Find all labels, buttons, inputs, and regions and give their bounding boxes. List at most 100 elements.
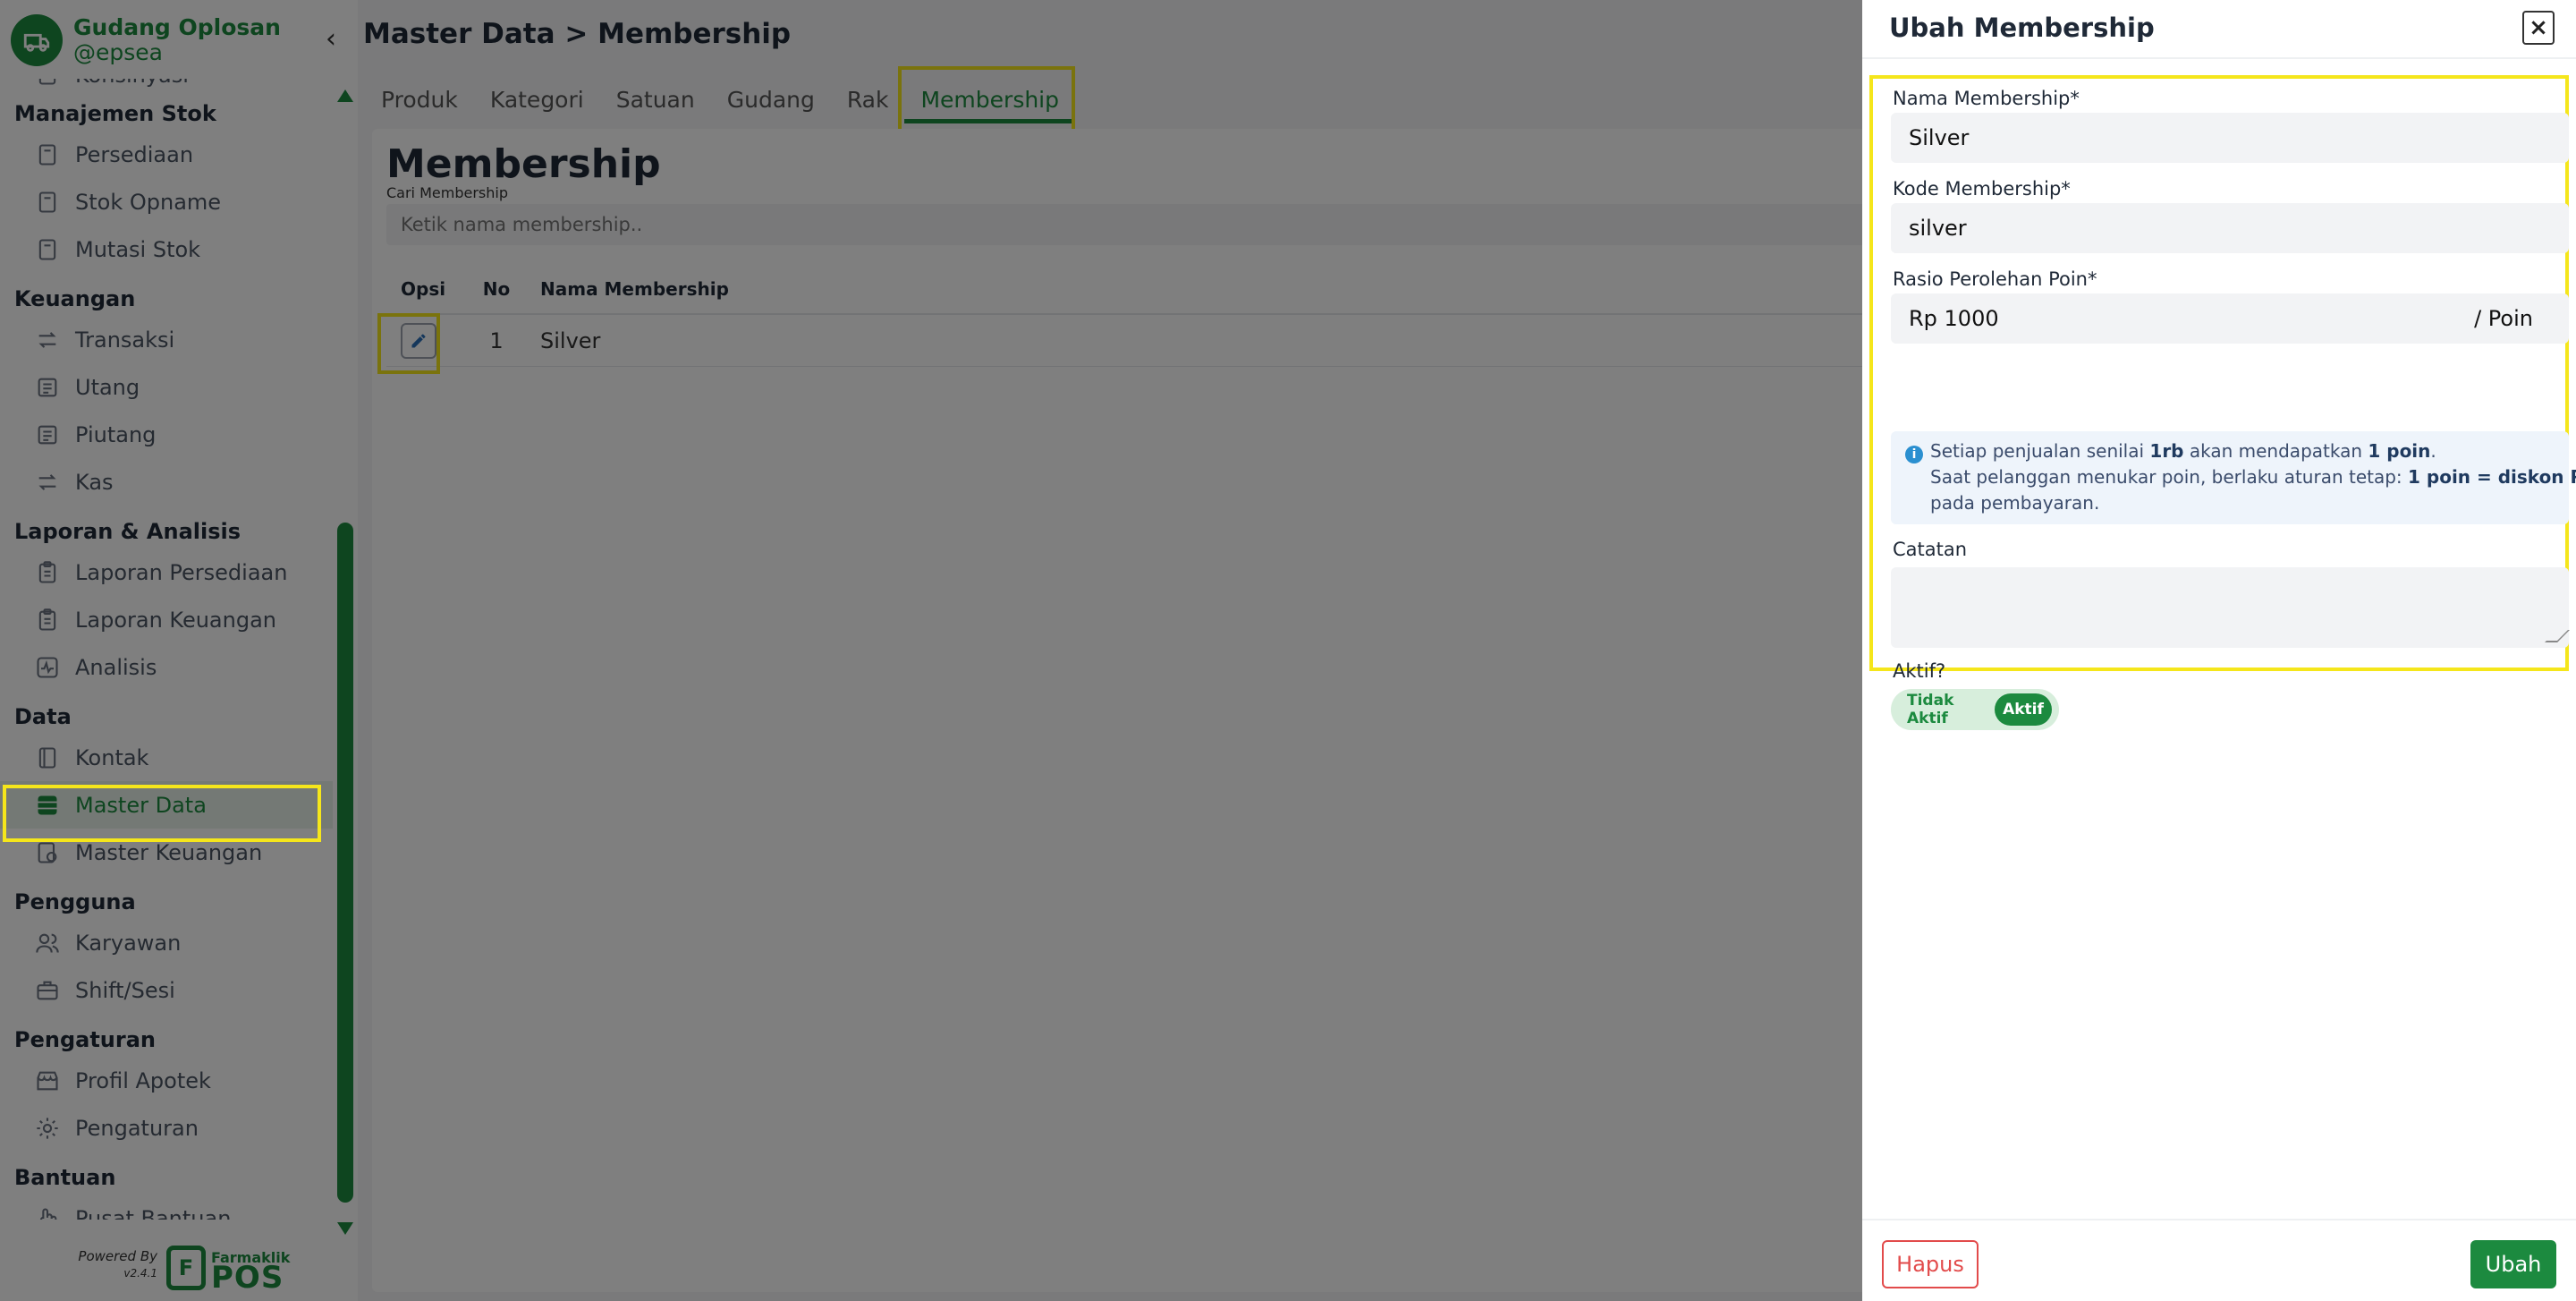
hand-icon <box>34 1205 61 1220</box>
box-icon <box>34 141 61 168</box>
info-line-3: pada pembayaran. <box>1930 492 2100 514</box>
sidebar-item-pengaturan[interactable]: Pengaturan <box>0 1104 333 1152</box>
sidebar-item-label: Persediaan <box>75 141 194 167</box>
users-icon <box>34 930 61 957</box>
collapse-sidebar-icon[interactable]: ‹ <box>326 23 336 55</box>
sidebar-scrollbar[interactable] <box>335 89 354 1235</box>
toggle-on-label[interactable]: Aktif <box>1995 693 2052 726</box>
box-icon <box>34 79 61 88</box>
sidebar-item-label: Pusat Bantuan <box>75 1205 232 1220</box>
brand: Gudang Oplosan @epsea <box>11 9 351 72</box>
sidebar-item-label: Stok Opname <box>75 189 222 215</box>
sidebar-item-profil-apotek[interactable]: Profil Apotek <box>0 1057 333 1104</box>
sidebar-item-label: Karyawan <box>75 930 182 956</box>
transfer-icon <box>34 327 61 353</box>
sidebar-item-kas[interactable]: Kas <box>0 458 333 506</box>
rasio-poin-label: Rasio Perolehan Poin* <box>1893 268 2097 290</box>
sidebar-item-label: Kas <box>75 469 114 495</box>
sidebar-item-label: Transaksi <box>75 327 175 353</box>
sidebar-item-label: Mutasi Stok <box>75 236 201 262</box>
wallet-icon <box>34 839 61 866</box>
gear-icon <box>34 1115 61 1142</box>
briefcase-icon <box>34 977 61 1004</box>
sidebar-item-persediaan[interactable]: Persediaan <box>0 131 333 178</box>
rasio-poin-field[interactable] <box>1891 293 2569 344</box>
info-box: i Setiap penjualan senilai 1rb akan mend… <box>1891 431 2576 524</box>
tab-rak[interactable]: Rak <box>831 77 905 123</box>
sidebar-item-kontak[interactable]: Kontak <box>0 734 333 781</box>
sidebar-item-pusat-bantuan[interactable]: Pusat Bantuan <box>0 1195 333 1220</box>
brand-name: Gudang Oplosan <box>73 14 281 40</box>
catatan-label: Catatan <box>1893 539 1968 560</box>
info-line-1: Setiap penjualan senilai 1rb akan mendap… <box>1930 440 2436 462</box>
info-line-2: Saat pelanggan menukar poin, berlaku atu… <box>1930 466 2576 488</box>
tab-satuan[interactable]: Satuan <box>600 77 711 123</box>
sidebar-nav: Konsinyasi Manajemen Stok Persediaan Stok O… <box>0 79 333 1220</box>
sidebar-item-stok-opname[interactable]: Stok Opname <box>0 178 333 225</box>
col-header-name: Nama Membership <box>540 278 729 300</box>
kode-membership-label: Kode Membership* <box>1893 178 2071 200</box>
sidebar-item-label: Laporan Persediaan <box>75 559 288 585</box>
page-title: Membership <box>386 141 661 187</box>
tab-kategori[interactable]: Kategori <box>474 77 600 123</box>
sidebar-item-transaksi[interactable]: Transaksi <box>0 316 333 363</box>
transfer-icon <box>34 469 61 496</box>
resize-grip-icon[interactable] <box>2545 630 2570 642</box>
breadcrumb: Master Data > Membership <box>363 18 792 50</box>
list-icon <box>34 374 61 401</box>
clipboard-icon <box>34 607 61 633</box>
farmaklik-logo-icon: F <box>166 1246 206 1290</box>
row-no: 1 <box>489 327 504 353</box>
sidebar-item-piutang[interactable]: Piutang <box>0 411 333 458</box>
sidebar-item-label: Master Data <box>75 792 207 818</box>
toggle-off-label[interactable]: Tidak Aktif <box>1891 692 1995 727</box>
sidebar-item-mutasi-stok[interactable]: Mutasi Stok <box>0 225 333 273</box>
sidebar-item-laporan-keuangan[interactable]: Laporan Keuangan <box>0 596 333 643</box>
sidebar-section-title: Laporan & Analisis <box>14 519 242 544</box>
membership-form-highlight: Nama Membership* Kode Membership* Rasio … <box>1869 75 2576 730</box>
sidebar-item-master-data[interactable]: Master Data <box>0 781 333 829</box>
powered-by: Powered By v2.4.1 <box>72 1248 157 1281</box>
farmaklik-pos-logo: F Farmaklik POS <box>166 1246 290 1293</box>
kode-membership-field[interactable] <box>1891 203 2569 253</box>
close-icon[interactable]: × <box>2522 11 2555 45</box>
rasio-poin-suffix: / Poin <box>2474 306 2533 331</box>
sidebar-section-title: Keuangan <box>14 286 136 311</box>
brand-user: @epsea <box>73 39 163 65</box>
tab-produk[interactable]: Produk <box>365 77 474 123</box>
sidebar-section-title: Bantuan <box>14 1165 116 1190</box>
pulse-icon <box>34 654 61 681</box>
sidebar-item-shift-sesi[interactable]: Shift/Sesi <box>0 966 333 1014</box>
aktif-label: Aktif? <box>1893 660 1946 682</box>
catatan-field[interactable] <box>1891 567 2570 648</box>
sidebar-item-konsinyasi[interactable]: Konsinyasi <box>0 79 333 88</box>
database-icon <box>34 792 61 819</box>
drawer-title: Ubah Membership <box>1889 13 2155 43</box>
sidebar-item-utang[interactable]: Utang <box>0 363 333 411</box>
delete-button[interactable]: Hapus <box>1882 1240 1979 1288</box>
sidebar-item-karyawan[interactable]: Karyawan <box>0 919 333 966</box>
row-name: Silver <box>540 327 601 353</box>
scroll-down-icon[interactable] <box>337 1222 353 1235</box>
scroll-thumb[interactable] <box>337 523 353 1203</box>
app-version: v2.4.1 <box>123 1267 157 1280</box>
scroll-up-icon[interactable] <box>337 89 353 102</box>
sidebar-item-laporan-persediaan[interactable]: Laporan Persediaan <box>0 548 333 596</box>
sidebar-item-analisis[interactable]: Analisis <box>0 643 333 691</box>
info-icon: i <box>1905 446 1923 463</box>
store-icon <box>34 1067 61 1094</box>
brand-logo-icon <box>11 14 63 66</box>
sidebar-item-label: Pengaturan <box>75 1115 199 1141</box>
tab-gudang[interactable]: Gudang <box>711 77 831 123</box>
sidebar-item-label: Laporan Keuangan <box>75 607 276 633</box>
nama-membership-field[interactable] <box>1891 113 2569 163</box>
sidebar-section-title: Pengaturan <box>14 1027 157 1052</box>
sidebar-item-master-keuangan[interactable]: Master Keuangan <box>0 829 333 876</box>
clipboard-icon <box>34 559 61 586</box>
aktif-toggle[interactable]: Tidak Aktif Aktif <box>1891 689 2059 730</box>
save-button[interactable]: Ubah <box>2470 1240 2556 1288</box>
drawer-footer: Hapus Ubah <box>1862 1219 2576 1301</box>
list-icon <box>34 421 61 448</box>
box-icon <box>34 189 61 216</box>
sidebar-section-title: Pengguna <box>14 889 136 914</box>
